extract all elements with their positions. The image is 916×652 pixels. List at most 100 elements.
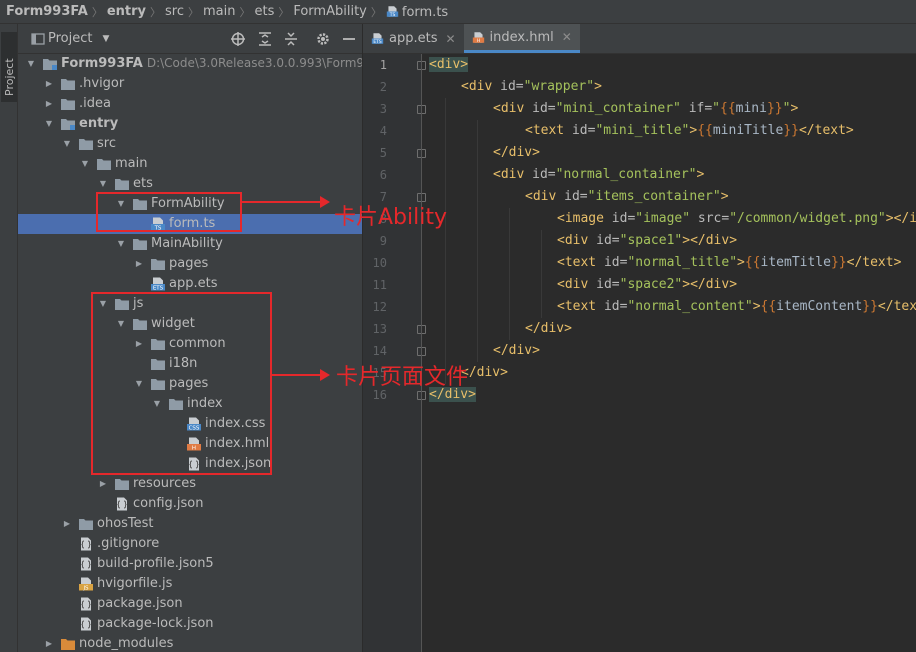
chevron-right-icon[interactable]: ▶ — [44, 638, 54, 650]
chevron-down-icon[interactable]: ▼ — [98, 178, 108, 190]
tree-item[interactable]: config.json — [18, 494, 362, 514]
tree-item[interactable]: ▼ main — [18, 154, 362, 174]
folder-icon — [151, 259, 165, 270]
tree-item-name: main — [115, 156, 148, 171]
code-token: }} — [766, 101, 783, 116]
code-token: id= — [532, 101, 556, 116]
card-ability-annotation: 卡片Ability — [334, 205, 447, 230]
tree-item-label: main — [115, 156, 147, 171]
tree-item[interactable]: ▶ resources — [18, 474, 362, 494]
tree-item-name: ets — [133, 176, 153, 191]
tab-label: app.ets — [389, 31, 438, 46]
tree-item[interactable]: ▶ node_modules — [18, 634, 362, 652]
tree-item-name: .idea — [79, 96, 111, 111]
chevron-right-icon[interactable]: ▶ — [134, 258, 144, 270]
chevron-right-icon[interactable]: ▶ — [44, 98, 54, 110]
breadcrumb-item[interactable]: src — [165, 4, 184, 19]
code-token: <div> — [429, 57, 469, 72]
chevron-down-icon[interactable]: ▼ — [44, 118, 54, 130]
svg-text:ETS: ETS — [373, 39, 382, 45]
breadcrumb-label: main — [202, 4, 236, 19]
code-token: </div> — [493, 343, 540, 358]
code-token: id= — [603, 299, 628, 314]
view-mode-chevron-down-icon[interactable]: ▼ — [102, 34, 109, 44]
code-token: id= — [611, 211, 636, 226]
tree-item[interactable]: ▶ ohosTest — [18, 514, 362, 534]
tree-item[interactable]: ETS app.ets — [18, 274, 362, 294]
project-tool-window-button[interactable]: Project — [1, 32, 17, 102]
code-line: <text id="normal_content">{{itemContent}… — [557, 296, 916, 318]
breadcrumb-item[interactable]: FormAbility — [293, 4, 367, 19]
project-panel-title[interactable]: Project — [48, 31, 92, 46]
code-token: <text — [557, 299, 604, 314]
code-token: > — [594, 79, 602, 94]
breadcrumb-separator-icon: 〉 — [278, 5, 290, 19]
json-file-icon — [117, 497, 127, 511]
code-token: itemTitle — [760, 255, 831, 270]
close-icon[interactable]: ✕ — [445, 32, 455, 46]
tree-item-name: hvigorfile.js — [97, 576, 173, 591]
chevron-down-icon[interactable]: ▼ — [26, 58, 36, 70]
chevron-right-icon[interactable]: ▶ — [98, 478, 108, 490]
code-line: <text id="mini_title">{{miniTitle}}</tex… — [525, 120, 854, 142]
code-token: > — [790, 101, 799, 116]
code-view[interactable]: <div> <div id="wrapper"> <div id="mini_con… — [425, 54, 916, 652]
gear-icon[interactable] — [315, 31, 331, 47]
tree-item[interactable]: ▼ Form993FA D:\Code\3.0Release3.0.0.993\Fo… — [18, 54, 362, 74]
hml-file-icon: H — [472, 31, 484, 43]
chevron-right-icon[interactable]: ▶ — [44, 78, 54, 90]
tree-item-path: D:\Code\3.0Release3.0.0.993\Form993FA — [146, 56, 362, 70]
tree-item-name: .hvigor — [79, 76, 125, 91]
tree-item[interactable]: ▼ entry — [18, 114, 362, 134]
tab-index-hml[interactable]: Hindex.hml ✕ — [463, 24, 580, 53]
tree-item[interactable]: ▼ MainAbility — [18, 234, 362, 254]
js-widget-arrowhead — [320, 369, 330, 381]
breadcrumb-item[interactable]: entry — [107, 4, 146, 19]
tree-item[interactable]: ▼ src — [18, 134, 362, 154]
close-icon[interactable]: ✕ — [562, 30, 572, 44]
breadcrumb-item[interactable]: main — [203, 4, 235, 19]
code-token: </div> — [493, 145, 540, 160]
code-token: mini — [735, 101, 767, 116]
code-token: {{ — [760, 299, 777, 314]
tab-app-ets[interactable]: ETS app.ets ✕ — [363, 24, 464, 53]
code-token: "/common/widget.png" — [729, 211, 886, 226]
breadcrumb-item[interactable]: ets — [254, 4, 274, 19]
expand-all-icon[interactable] — [257, 31, 273, 47]
collapse-all-icon[interactable] — [283, 31, 299, 47]
left-tool-strip: Project — [0, 24, 18, 652]
tree-item[interactable]: ▶ .hvigor — [18, 74, 362, 94]
tree-item[interactable]: ▶ pages — [18, 254, 362, 274]
tree-item[interactable]: ▼ ets — [18, 174, 362, 194]
tree-item[interactable]: package-lock.json — [18, 614, 362, 634]
chevron-down-icon[interactable]: ▼ — [62, 138, 72, 150]
breadcrumb-item[interactable]: TS form.ts — [386, 3, 448, 20]
tree-item-label: config.json — [133, 496, 204, 511]
breadcrumb-label: FormAbility — [293, 4, 367, 19]
code-token: }} — [783, 123, 799, 138]
chevron-down-icon[interactable]: ▼ — [116, 238, 126, 250]
tree-item-label: resources — [133, 476, 196, 491]
tree-item[interactable]: .gitignore — [18, 534, 362, 554]
chevron-right-icon[interactable]: ▶ — [62, 518, 72, 530]
code-token: if= — [688, 101, 713, 116]
code-token: <div — [525, 189, 565, 204]
breadcrumb-item[interactable]: Form993FA — [6, 4, 88, 19]
line-number: 4 — [379, 124, 387, 138]
locate-file-icon[interactable] — [230, 31, 246, 47]
hide-panel-icon[interactable] — [341, 31, 357, 47]
code-token: > — [752, 299, 761, 314]
chevron-down-icon[interactable]: ▼ — [80, 158, 90, 170]
code-token: "normal_content" — [627, 299, 753, 314]
tree-item[interactable]: package.json — [18, 594, 362, 614]
tree-item[interactable]: build-profile.json5 — [18, 554, 362, 574]
code-line: <div> — [429, 54, 469, 76]
tree-item[interactable]: JS hvigorfile.js — [18, 574, 362, 594]
code-token: </text> — [877, 299, 916, 314]
breadcrumb-separator-icon: 〉 — [370, 5, 382, 19]
tree-item-name: app.ets — [169, 276, 218, 291]
tree-item-name: package.json — [97, 596, 183, 611]
js-widget-arrow-line — [272, 374, 320, 376]
code-token: " — [712, 101, 720, 116]
tree-item[interactable]: ▶ .idea — [18, 94, 362, 114]
